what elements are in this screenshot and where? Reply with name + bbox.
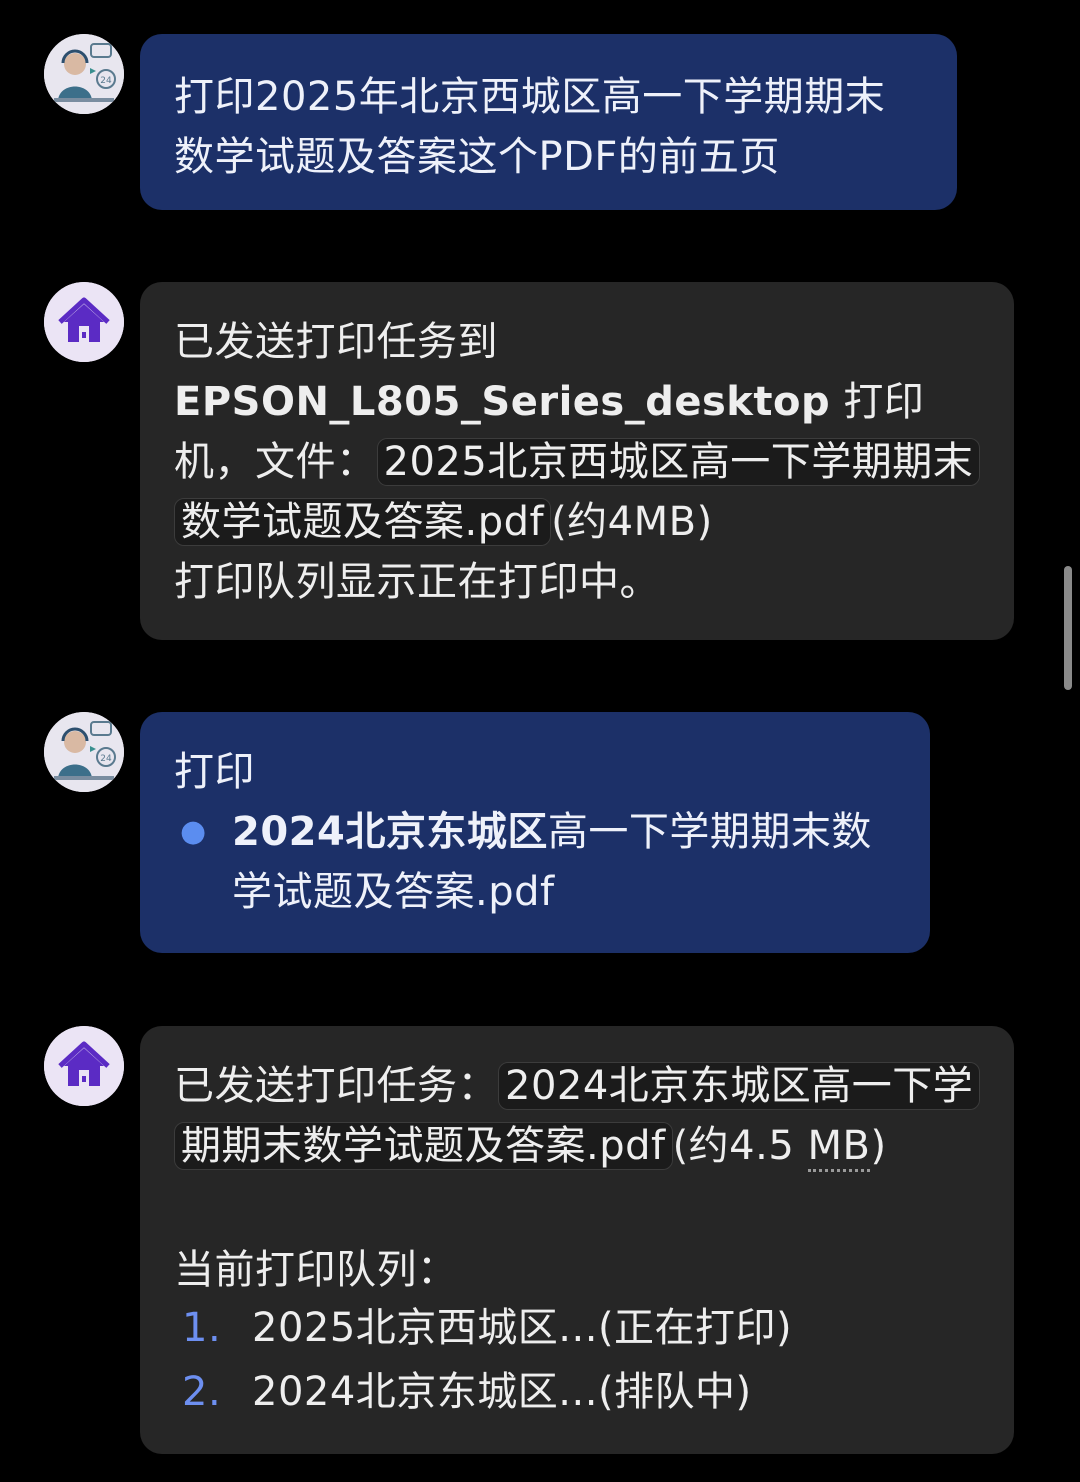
list-item-text: 2024北京东城区高一下学期期末数学试题及答案.pdf <box>232 802 896 922</box>
bullet-icon: ● <box>180 814 207 849</box>
support-agent-icon: 24 <box>44 34 124 114</box>
message-body: EPSON_L805_Series_desktop 打印机，文件： 2025北京西… <box>174 372 981 552</box>
message-line: 打印 <box>174 749 255 795</box>
home-icon <box>44 282 124 362</box>
file-size: (约4.5 <box>672 1123 795 1169</box>
item-bold: 2024北京东城区 <box>232 809 548 855</box>
file-size: (约4MB) <box>551 499 713 545</box>
user-avatar[interactable]: 24 <box>44 712 124 792</box>
queue-item: 2. 2024北京东城区...(排队中) <box>174 1362 980 1426</box>
queue-item-text: 2024北京东城区...(排队中) <box>252 1369 752 1415</box>
message-line: 已发送打印任务到 <box>174 319 498 365</box>
queue-title: 当前打印队列： <box>174 1247 458 1293</box>
queue-item-number: 1. <box>182 1305 222 1351</box>
user-avatar[interactable]: 24 <box>44 34 124 114</box>
queue-item: 1. 2025北京西城区...(正在打印) <box>174 1298 980 1362</box>
message-bubble-user: 打印2025年北京西城区高一下学期期末数学试题及答案这个PDF的前五页 <box>140 34 957 210</box>
message-bubble-assistant: 已发送打印任务到 EPSON_L805_Series_desktop 打印机，文… <box>140 282 1014 640</box>
print-status: 打印队列显示正在打印中。 <box>174 559 660 605</box>
home-icon <box>44 1026 124 1106</box>
unit-term[interactable]: MB <box>807 1123 871 1172</box>
message-bubble-assistant: 已发送打印任务： 2024北京东城区高一下学期期末数学试题及答案.pdf (约4.5… <box>140 1026 1014 1454</box>
message-body: 已发送打印任务： 2024北京东城区高一下学期期末数学试题及答案.pdf (约4.5… <box>174 1056 981 1242</box>
svg-text:24: 24 <box>100 754 112 764</box>
queue-item-text: 2025北京西城区...(正在打印) <box>252 1305 793 1351</box>
assistant-avatar[interactable] <box>44 1026 124 1106</box>
message-bubble-user: 打印 ● 2024北京东城区高一下学期期末数学试题及答案.pdf <box>140 712 930 953</box>
queue-item-number: 2. <box>182 1369 222 1415</box>
scrollbar[interactable] <box>1064 566 1072 690</box>
message-text: 打印2025年北京西城区高一下学期期末数学试题及答案这个PDF的前五页 <box>174 74 886 180</box>
svg-text:24: 24 <box>100 76 112 86</box>
printer-name: EPSON_L805_Series_desktop <box>174 379 831 425</box>
message-line: 已发送打印任务： <box>174 1063 498 1109</box>
support-agent-icon: 24 <box>44 712 124 792</box>
chat-thread: 24 打印2025年北京西城区高一下学期期末数学试题及答案这个PDF的前五页 已… <box>0 0 1080 1482</box>
file-size-close: ) <box>870 1123 887 1169</box>
assistant-avatar[interactable] <box>44 282 124 362</box>
print-queue-list: 1. 2025北京西城区...(正在打印) 2. 2024北京东城区...(排队… <box>174 1298 980 1426</box>
list-item: ● 2024北京东城区高一下学期期末数学试题及答案.pdf <box>174 802 896 922</box>
